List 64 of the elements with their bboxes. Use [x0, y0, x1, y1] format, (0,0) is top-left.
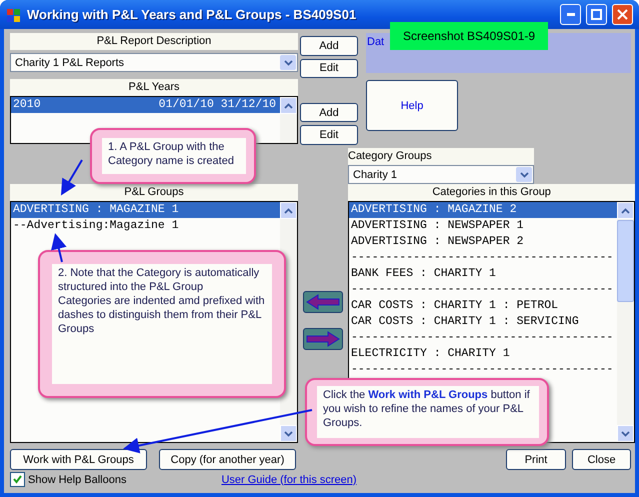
move-right-button[interactable]: [303, 328, 343, 350]
category-groups-label: Category Groups: [348, 148, 534, 165]
categories-heading: Categories in this Group: [348, 184, 636, 201]
dropdown-field[interactable]: Charity 1: [348, 165, 534, 184]
scroll-up-button[interactable]: [280, 97, 297, 114]
maximize-button[interactable]: [586, 4, 607, 25]
copy-button[interactable]: Copy (for another year): [159, 449, 296, 470]
print-button[interactable]: Print: [506, 449, 566, 470]
category-row[interactable]: --------------------------------------: [349, 282, 618, 298]
callout-text: 2. Note that the Category is automatically structured into the P&L Group Categories are indented amd prefixed with dashes to distinguish them from their P&L Groups: [52, 264, 272, 384]
callout-text: 1. A P&L Group with the Category name is created: [102, 138, 246, 174]
year-button[interactable]: Edit: [300, 125, 358, 146]
category-row[interactable]: --------------------------------------: [349, 362, 618, 378]
report-button[interactable]: Add: [300, 36, 358, 56]
work-with-groups-button[interactable]: Work with P&L Groups: [10, 449, 147, 470]
user-guide-link[interactable]: User Guide (for this screen): [221, 474, 357, 486]
arrow-left-icon: [306, 294, 340, 310]
scroll-down-icon: [621, 430, 630, 436]
dropdown-field[interactable]: Charity 1 P&L Reports: [10, 53, 298, 72]
maximize-icon: [591, 9, 602, 20]
app-icon: [6, 6, 22, 22]
category-row[interactable]: ADVERTISING : MAGAZINE 2: [349, 202, 618, 218]
scroll-down-icon: [284, 430, 293, 436]
scroll-down-button[interactable]: [280, 425, 297, 442]
scroll-up-button[interactable]: [617, 202, 634, 219]
show-help-checkbox[interactable]: Show Help Balloons: [10, 472, 126, 487]
arrow-right-icon: [306, 330, 340, 346]
scroll-down-button[interactable]: [617, 425, 634, 442]
close-icon: [617, 9, 628, 20]
year-button[interactable]: Add: [300, 102, 358, 122]
scroll-up-icon: [284, 208, 293, 214]
category-row[interactable]: CAR COSTS : CHARITY 1 : PETROL: [349, 298, 618, 314]
groups-heading: P&L Groups: [10, 184, 298, 201]
group-row[interactable]: ADVERTISING : MAGAZINE 1: [11, 202, 280, 218]
close-button[interactable]: [612, 4, 633, 25]
leader-arrow: [60, 159, 83, 196]
scroll-up-icon: [284, 102, 293, 108]
scroll-up-button[interactable]: [280, 202, 297, 219]
minimize-button[interactable]: [560, 4, 581, 25]
minimize-icon: [566, 13, 574, 16]
category-row[interactable]: ADVERTISING : NEWSPAPER 2: [349, 234, 618, 250]
category-row[interactable]: ELECTRICITY : CHARITY 1: [349, 346, 618, 362]
category-row[interactable]: ADVERTISING : NEWSPAPER 1: [349, 218, 618, 234]
group-row[interactable]: --Advertising:Magazine 1: [11, 218, 280, 234]
leader-arrow: [51, 233, 67, 262]
category-row[interactable]: --------------------------------------: [349, 330, 618, 346]
dropdown-caret-icon: [284, 60, 292, 66]
callout-text: Click the Work with P&L Groups button if you wish to refine the names of your P&L Groups.: [317, 386, 539, 438]
move-left-button[interactable]: [303, 290, 343, 312]
checkmark-icon: [13, 475, 22, 484]
report-description-heading: P&L Report Description: [10, 33, 298, 50]
report-button[interactable]: Edit: [300, 58, 358, 78]
category-row[interactable]: BANK FEES : CHARITY 1: [349, 266, 618, 282]
scrollbar-thumb[interactable]: [617, 220, 634, 302]
scroll-up-icon: [621, 208, 630, 214]
category-row[interactable]: CAR COSTS : CHARITY 1 : SERVICING: [349, 314, 618, 330]
year-row[interactable]: 2010 01/01/10 31/12/10: [11, 97, 280, 113]
screenshot-label: Screenshot BS409S01-9: [390, 22, 548, 50]
years-heading: P&L Years: [10, 79, 298, 96]
close-window-button[interactable]: Close: [572, 449, 631, 470]
dropdown-caret-icon: [520, 172, 528, 178]
category-row[interactable]: --------------------------------------: [349, 250, 618, 266]
window-title: Working with P&L Years and P&L Groups - BS409S01: [27, 7, 358, 22]
help-button[interactable]: Help: [366, 80, 458, 131]
